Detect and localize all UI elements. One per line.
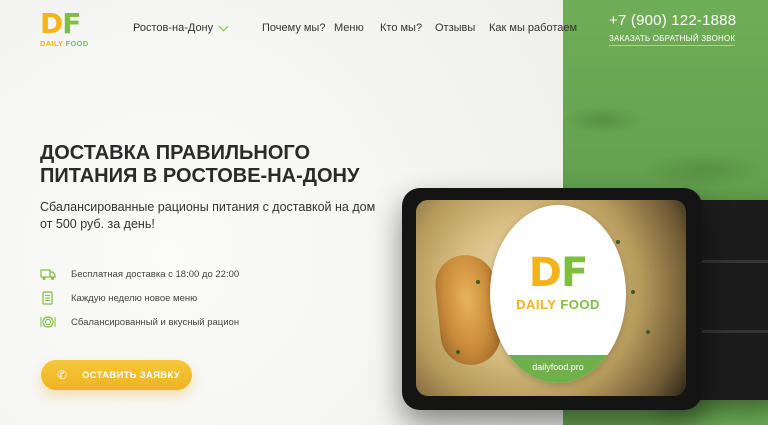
logo[interactable]: DF DAILY FOOD	[40, 7, 92, 49]
label-logo-mark: DF	[528, 250, 589, 296]
nav-who-we-are[interactable]: Кто мы?	[380, 22, 422, 34]
feature-item: Бесплатная доставка с 18:00 до 22:00	[40, 262, 239, 286]
feature-text: Каждую неделю новое меню	[71, 292, 198, 304]
nav-how-we-work[interactable]: Как мы работаем	[489, 22, 577, 34]
feature-item: Каждую неделю новое меню	[40, 286, 239, 310]
truck-icon	[40, 269, 56, 280]
hero-subtitle: Сбалансированные рационы питания с доста…	[40, 200, 376, 231]
nav-why-us[interactable]: Почему мы?	[262, 22, 325, 34]
callback-link[interactable]: Заказать обратный звонок	[609, 34, 736, 46]
phone-icon: ✆	[57, 368, 68, 382]
logo-text: DAILY FOOD	[40, 39, 89, 48]
city-label: Ростов-на-Дону	[133, 22, 214, 34]
label-logo-text: DAILY FOOD	[516, 297, 600, 312]
product-label: DF DAILY FOOD dailyfood.pro	[490, 205, 626, 383]
nav-reviews[interactable]: Отзывы	[435, 22, 475, 34]
feature-text: Сбалансированный и вкусный рацион	[71, 316, 240, 328]
phone-number[interactable]: +7 (900) 122-1888	[609, 12, 736, 29]
page-title: ДОСТАВКА ПРАВИЛЬНОГО ПИТАНИЯ В РОСТОВЕ-Н…	[40, 142, 360, 187]
logo-mark: DF	[40, 7, 81, 40]
submit-request-button[interactable]: ✆ ОСТАВИТЬ ЗАЯВКУ	[41, 360, 192, 390]
cta-label: ОСТАВИТЬ ЗАЯВКУ	[82, 369, 180, 381]
label-url: dailyfood.pro	[490, 355, 626, 383]
menu-list-icon	[42, 291, 53, 305]
feature-item: Сбалансированный и вкусный рацион	[40, 310, 239, 334]
city-selector[interactable]: Ростов-на-Дону	[133, 21, 229, 34]
chevron-down-icon	[218, 21, 229, 31]
plate-icon	[40, 316, 56, 328]
feature-text: Бесплатная доставка с 18:00 до 22:00	[71, 268, 240, 280]
feature-list: Бесплатная доставка с 18:00 до 22:00 Каж…	[40, 262, 239, 334]
nav-menu[interactable]: Меню	[334, 22, 364, 34]
